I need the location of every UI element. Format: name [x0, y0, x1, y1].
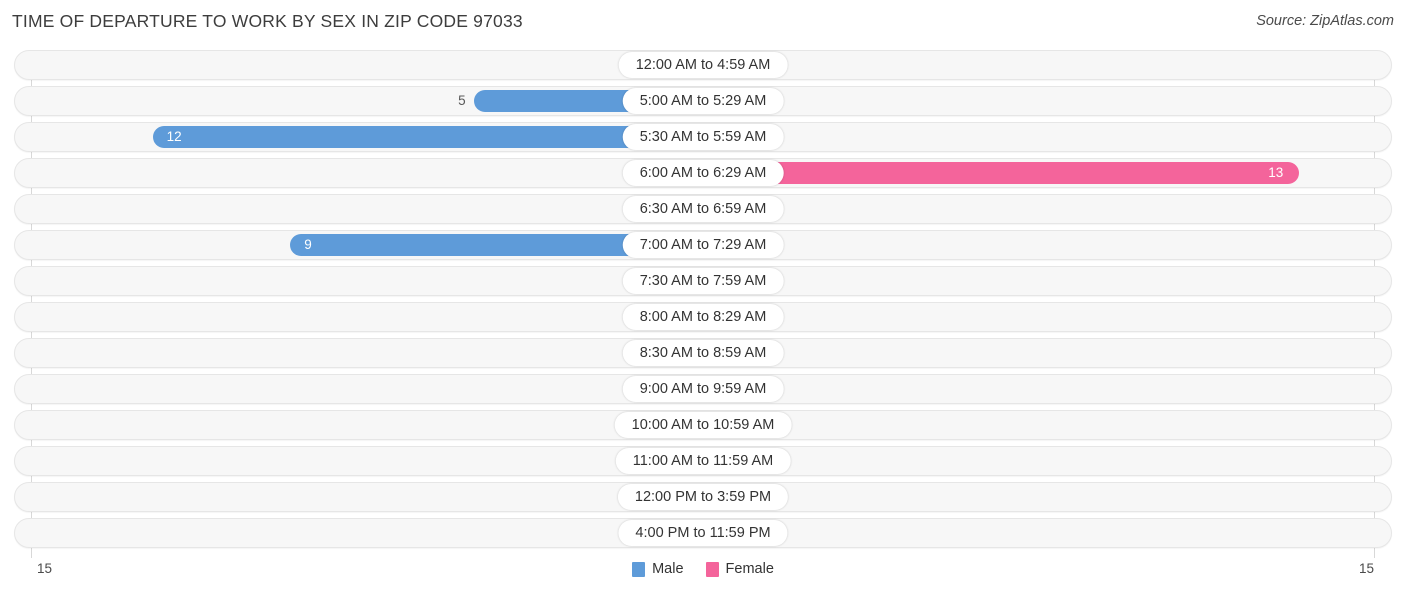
source-attribution: Source: ZipAtlas.com [1256, 13, 1394, 29]
category-label: 10:00 AM to 10:59 AM [614, 412, 792, 438]
legend-label-female: Female [725, 561, 774, 577]
category-label: 8:30 AM to 8:59 AM [622, 340, 784, 366]
table-row[interactable]: 907:00 AM to 7:29 AM [0, 230, 1406, 260]
legend: Male Female [0, 561, 1406, 577]
table-row[interactable]: 008:00 AM to 8:29 AM [0, 302, 1406, 332]
table-row[interactable]: 0012:00 PM to 3:59 PM [0, 482, 1406, 512]
category-label: 5:00 AM to 5:29 AM [622, 88, 784, 114]
table-row[interactable]: 0010:00 AM to 10:59 AM [0, 410, 1406, 440]
category-label: 5:30 AM to 5:59 AM [622, 124, 784, 150]
category-label: 7:30 AM to 7:59 AM [622, 268, 784, 294]
page-title: TIME OF DEPARTURE TO WORK BY SEX IN ZIP … [12, 11, 523, 31]
legend-label-male: Male [652, 561, 684, 577]
table-row[interactable]: 006:30 AM to 6:59 AM [0, 194, 1406, 224]
bar-value-male: 5 [458, 93, 466, 108]
category-label: 7:00 AM to 7:29 AM [622, 232, 784, 258]
table-row[interactable]: 505:00 AM to 5:29 AM [0, 86, 1406, 116]
table-row[interactable]: 008:30 AM to 8:59 AM [0, 338, 1406, 368]
legend-swatch-female-icon [705, 561, 719, 577]
table-row[interactable]: 1205:30 AM to 5:59 AM [0, 122, 1406, 152]
table-row[interactable]: 004:00 PM to 11:59 PM [0, 518, 1406, 548]
chart-header: TIME OF DEPARTURE TO WORK BY SEX IN ZIP … [0, 0, 1406, 46]
category-label: 9:00 AM to 9:59 AM [622, 376, 784, 402]
category-label: 8:00 AM to 8:29 AM [622, 304, 784, 330]
category-label: 12:00 AM to 4:59 AM [618, 52, 788, 78]
category-label: 11:00 AM to 11:59 AM [615, 448, 791, 474]
bar-row-list: 0012:00 AM to 4:59 AM 505:00 AM to 5:29 A… [0, 50, 1406, 554]
bar-value-male: 12 [166, 129, 182, 144]
bar-value-female: 13 [1268, 165, 1284, 180]
legend-swatch-male-icon [632, 561, 646, 577]
table-row[interactable]: 007:30 AM to 7:59 AM [0, 266, 1406, 296]
table-row[interactable]: 009:00 AM to 9:59 AM [0, 374, 1406, 404]
category-label: 6:30 AM to 6:59 AM [622, 196, 784, 222]
table-row[interactable]: 0012:00 AM to 4:59 AM [0, 50, 1406, 80]
category-label: 12:00 PM to 3:59 PM [617, 484, 789, 510]
category-label: 6:00 AM to 6:29 AM [622, 160, 784, 186]
chart-page: TIME OF DEPARTURE TO WORK BY SEX IN ZIP … [0, 0, 1406, 595]
plot-area: 0012:00 AM to 4:59 AM 505:00 AM to 5:29 A… [0, 50, 1406, 558]
table-row[interactable]: 0011:00 AM to 11:59 AM [0, 446, 1406, 476]
legend-item-female[interactable]: Female [705, 561, 774, 577]
category-label: 4:00 PM to 11:59 PM [618, 520, 788, 546]
table-row[interactable]: 0136:00 AM to 6:29 AM [0, 158, 1406, 188]
legend-item-male[interactable]: Male [632, 561, 684, 577]
chart-footer: 15 15 Male Female [0, 558, 1406, 588]
